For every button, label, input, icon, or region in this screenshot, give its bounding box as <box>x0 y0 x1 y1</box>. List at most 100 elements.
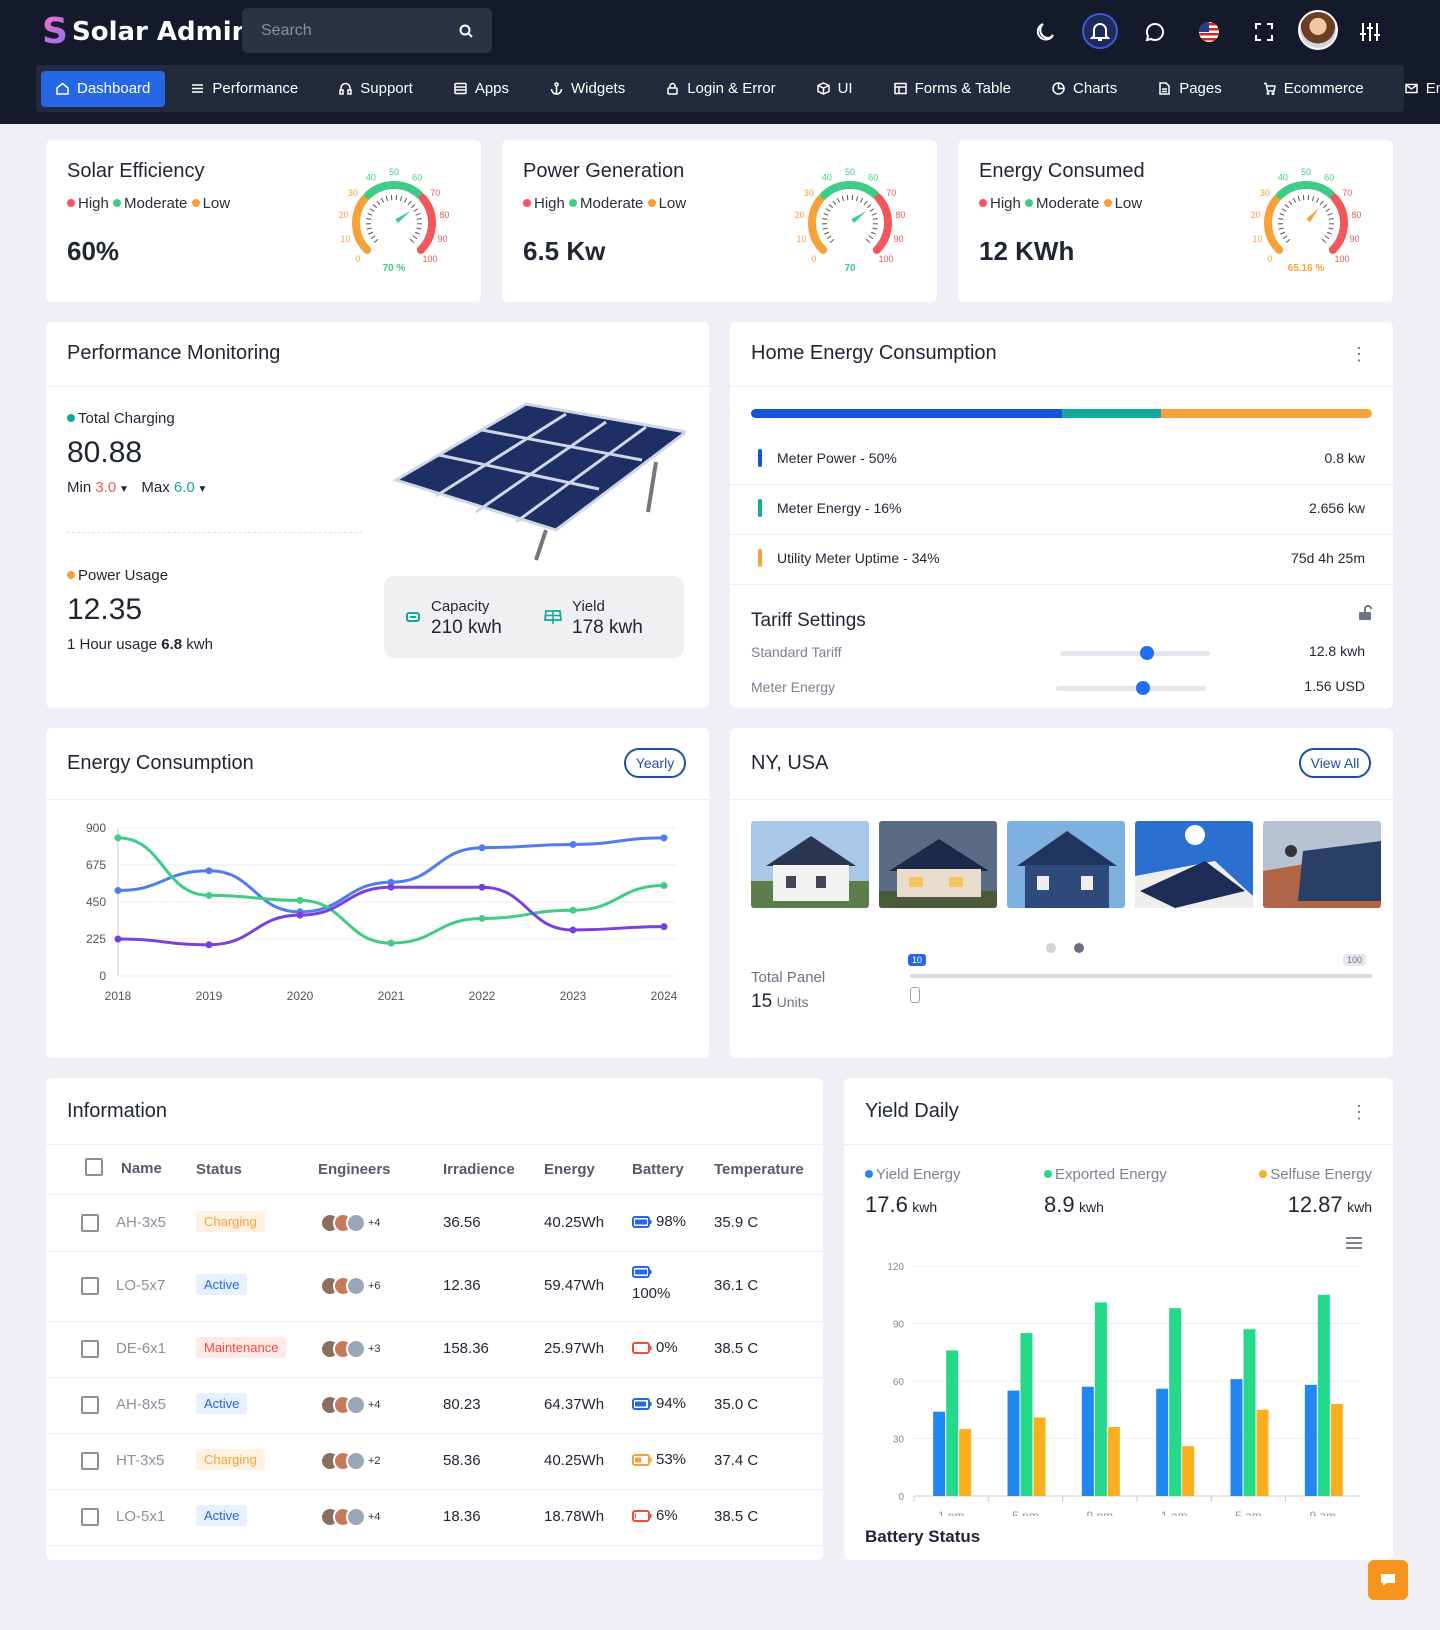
gauge-tick <box>1292 197 1297 203</box>
house-image-4[interactable] <box>1135 821 1253 908</box>
chat-fab-button[interactable] <box>1368 1560 1408 1600</box>
nav-forms-table[interactable]: Forms & Table <box>879 71 1026 107</box>
more-vert-icon[interactable]: ⋮ <box>1350 344 1368 365</box>
status-badge: Charging <box>196 1449 265 1470</box>
nav-pages[interactable]: Pages <box>1143 71 1237 107</box>
house-image-1[interactable] <box>751 821 869 908</box>
carousel-dot-1[interactable] <box>1046 943 1056 953</box>
nav-emails[interactable]: Emails <box>1390 71 1440 107</box>
select-all-checkbox[interactable] <box>85 1158 103 1176</box>
row-checkbox[interactable] <box>81 1277 99 1295</box>
avatar <box>346 1276 366 1296</box>
tariff-slider-handle[interactable] <box>1136 681 1150 695</box>
solar-grid-icon <box>544 610 562 624</box>
gauge-tick <box>1285 238 1291 244</box>
nav-charts[interactable]: Charts <box>1037 71 1132 107</box>
gauge-tick <box>367 213 373 216</box>
unlock-icon[interactable] <box>1357 605 1373 621</box>
nav-apps[interactable]: Apps <box>439 71 524 107</box>
tariff-slider-track[interactable] <box>1060 651 1210 656</box>
panel-slider-track[interactable] <box>910 974 1372 978</box>
nav-ui[interactable]: UI <box>802 71 868 107</box>
gauge-tick-label: 90 <box>893 234 903 244</box>
carousel-dot-2[interactable] <box>1074 943 1084 953</box>
row-checkbox[interactable] <box>81 1452 99 1470</box>
y-tick-label: 450 <box>86 895 106 909</box>
performance-monitoring-card: Performance Monitoring Total Charging 80… <box>46 322 709 708</box>
nav-ecommerce[interactable]: Ecommerce <box>1248 71 1379 107</box>
column-header[interactable]: Irradience <box>443 1161 515 1178</box>
column-header[interactable]: Battery <box>632 1161 684 1178</box>
gauge-tick-label: 10 <box>796 234 806 244</box>
row-checkbox[interactable] <box>81 1214 99 1232</box>
tariff-slider-handle[interactable] <box>1140 646 1154 660</box>
battery-icon <box>632 1266 652 1278</box>
row-checkbox[interactable] <box>81 1396 99 1414</box>
more-vert-icon[interactable]: ⋮ <box>1350 1102 1368 1123</box>
yield-label: Yield <box>572 598 605 615</box>
column-header[interactable]: Status <box>196 1161 242 1178</box>
engineer-avatars[interactable]: +6 <box>320 1276 390 1296</box>
solar-panel-image <box>392 402 686 561</box>
settings-sliders-icon[interactable] <box>1352 14 1388 50</box>
meter-value: 75d 4h 25m <box>1291 550 1365 566</box>
energy-segment <box>751 409 1062 418</box>
engineer-avatars[interactable]: +2 <box>320 1451 390 1471</box>
nav-login-error[interactable]: Login & Error <box>651 71 790 107</box>
engineer-avatars[interactable]: +4 <box>320 1507 390 1527</box>
gauge-tick <box>824 231 830 235</box>
y-tick-label: 225 <box>86 932 106 946</box>
gauge-moderate-arc <box>819 181 881 200</box>
row-checkbox[interactable] <box>81 1508 99 1526</box>
engineer-avatars[interactable]: +4 <box>320 1395 390 1415</box>
search-icon[interactable] <box>459 24 473 38</box>
house-image-2[interactable] <box>879 821 997 908</box>
logo[interactable]: S Solar Admin <box>42 12 250 52</box>
nav-dashboard[interactable]: Dashboard <box>41 70 166 107</box>
yield-value: 178 kwh <box>572 617 643 638</box>
column-header[interactable]: Engineers <box>318 1161 391 1178</box>
min-label: Min <box>67 479 92 496</box>
engineer-avatars[interactable]: +4 <box>320 1213 390 1233</box>
column-header[interactable]: Energy <box>544 1161 595 1178</box>
lock-icon <box>667 82 678 95</box>
gauge-tick-label: 20 <box>795 210 805 220</box>
engineer-avatars[interactable]: +3 <box>320 1339 390 1359</box>
fullscreen-icon[interactable] <box>1246 14 1282 50</box>
max-value: 6.0 <box>173 479 195 496</box>
gauge-tick-label: 40 <box>366 173 376 183</box>
user-avatar[interactable] <box>1298 10 1338 50</box>
bell-icon[interactable] <box>1082 13 1118 49</box>
battery-icon <box>632 1341 652 1354</box>
search-input[interactable] <box>261 21 441 40</box>
view-all-button[interactable]: View All <box>1299 748 1371 778</box>
avatar <box>346 1507 366 1527</box>
capacity-yield-box: Capacity 210 kwh Yield 178 kwh <box>384 576 684 658</box>
yearly-button[interactable]: Yearly <box>624 748 686 778</box>
nav-performance[interactable]: Performance <box>176 71 313 107</box>
nav-widgets[interactable]: Widgets <box>535 71 640 107</box>
data-point <box>114 935 122 943</box>
gauge-needle <box>1306 207 1320 223</box>
chat-icon[interactable] <box>1137 14 1173 50</box>
gauge-tick <box>370 235 376 240</box>
house-image-5[interactable] <box>1263 821 1381 908</box>
column-header[interactable]: Name <box>121 1160 162 1177</box>
tariff-slider-track[interactable] <box>1056 686 1206 691</box>
us-flag-icon[interactable] <box>1191 14 1227 50</box>
gauge-tick <box>416 218 422 220</box>
battery-icon <box>632 1397 652 1410</box>
gauge-tick <box>865 238 871 244</box>
panel-slider-handle[interactable] <box>910 987 920 1003</box>
nav-support[interactable]: Support <box>324 71 428 107</box>
extra-count: +3 <box>368 1343 381 1355</box>
gauge-high-arc <box>416 193 436 254</box>
headset-icon <box>339 82 353 95</box>
row-checkbox[interactable] <box>81 1340 99 1358</box>
total-panel-label: Total Panel <box>751 969 826 986</box>
column-header[interactable]: Temperature <box>714 1161 804 1178</box>
house-image-3[interactable] <box>1007 821 1125 908</box>
energy-consumed-card: Energy Consumed High Moderate Low 12 KWh… <box>958 140 1393 302</box>
dark-mode-icon[interactable] <box>1027 14 1063 50</box>
anchor-icon <box>550 82 563 95</box>
